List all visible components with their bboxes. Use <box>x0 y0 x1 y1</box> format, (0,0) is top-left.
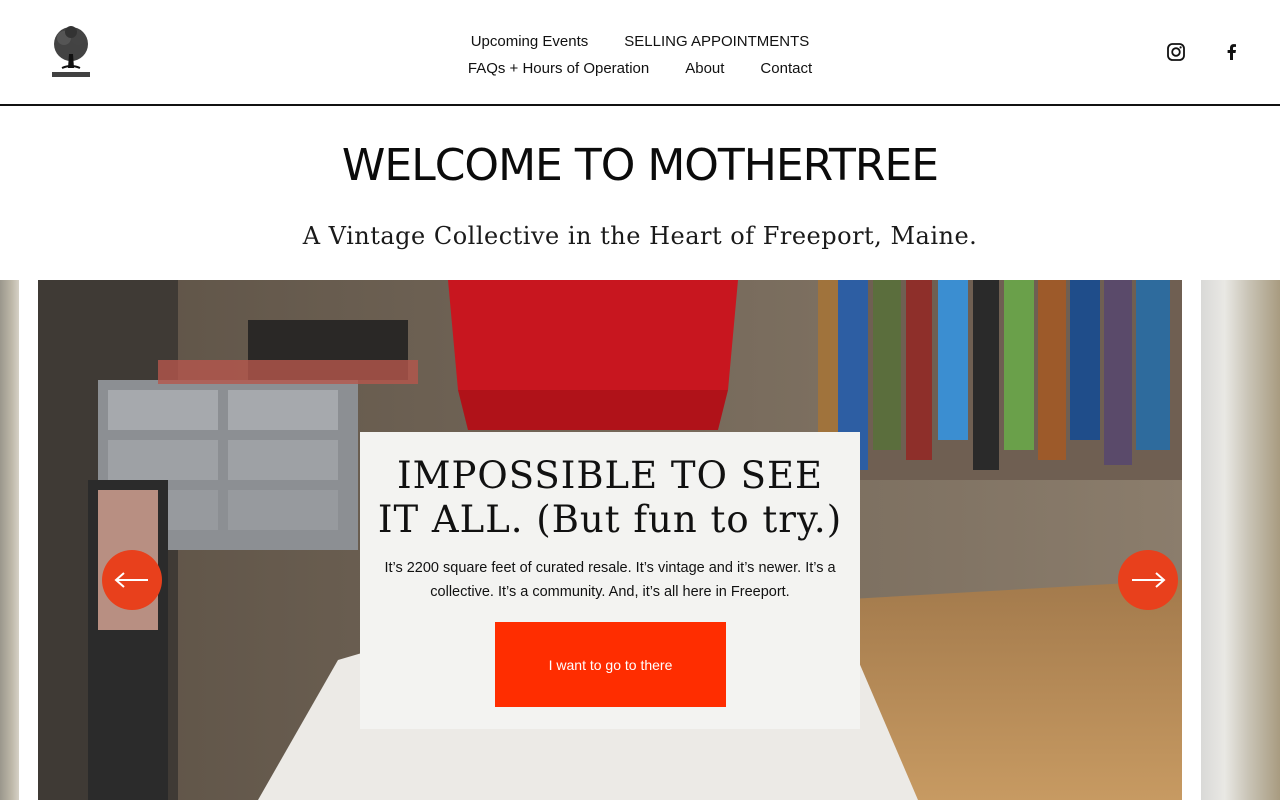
nav-row-primary: Upcoming Events SELLING APPOINTMENTS <box>440 28 840 55</box>
slide-title: IMPOSSIBLE TO SEE IT ALL. (But fun to tr… <box>377 454 843 541</box>
nav-item-faqs-hours[interactable]: FAQs + Hours of Operation <box>468 55 649 82</box>
instagram-icon[interactable] <box>1166 42 1186 62</box>
main-navigation: Upcoming Events SELLING APPOINTMENTS FAQ… <box>440 28 840 82</box>
previous-slide-image[interactable] <box>0 280 19 800</box>
page-title: WELCOME TO MOTHERTREE <box>341 140 939 191</box>
visit-button[interactable]: I want to go to there <box>495 622 726 707</box>
nav-row-secondary: FAQs + Hours of Operation About Contact <box>440 55 840 82</box>
arrow-left-icon <box>114 572 148 588</box>
page-subtitle: A Vintage Collective in the Heart of Fre… <box>302 222 978 250</box>
facebook-icon[interactable] <box>1222 42 1242 62</box>
tree-logo-icon[interactable] <box>50 24 92 80</box>
nav-item-selling-appointments[interactable]: SELLING APPOINTMENTS <box>624 28 809 55</box>
nav-item-about[interactable]: About <box>685 55 724 82</box>
next-slide-image[interactable] <box>1201 280 1280 800</box>
site-header: Upcoming Events SELLING APPOINTMENTS FAQ… <box>0 0 1280 106</box>
slide-caption-card: IMPOSSIBLE TO SEE IT ALL. (But fun to tr… <box>360 432 860 729</box>
next-slide-button[interactable] <box>1118 550 1178 610</box>
nav-item-upcoming-events[interactable]: Upcoming Events <box>471 28 589 55</box>
previous-slide-button[interactable] <box>102 550 162 610</box>
nav-item-contact[interactable]: Contact <box>760 55 812 82</box>
slide-description: It’s 2200 square feet of curated resale.… <box>384 560 836 600</box>
arrow-right-icon <box>1132 572 1166 588</box>
